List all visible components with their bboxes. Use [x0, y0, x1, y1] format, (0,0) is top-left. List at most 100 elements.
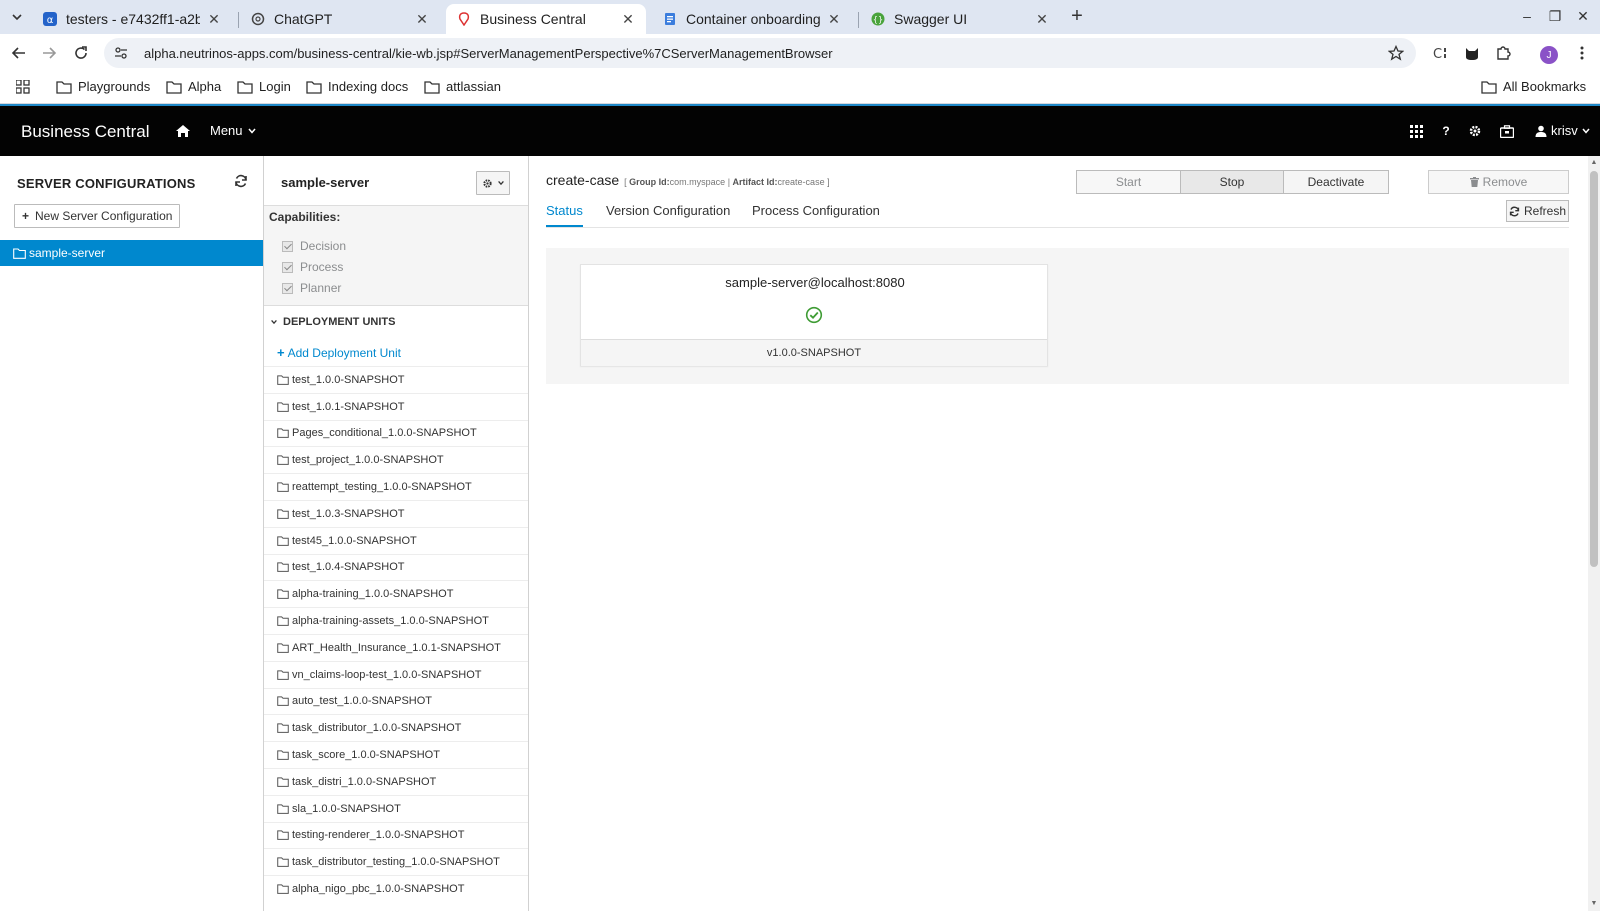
folder-icon — [277, 482, 289, 492]
apps-grid-icon[interactable] — [16, 80, 36, 94]
deployment-unit-item[interactable]: sla_1.0.0-SNAPSHOT — [264, 794, 528, 822]
help-icon[interactable]: ? — [1438, 123, 1454, 139]
close-icon[interactable]: ✕ — [826, 11, 842, 28]
browser-tab-swagger[interactable]: {} Swagger UI ✕ — [860, 4, 1060, 34]
extension-icon[interactable]: C — [1432, 44, 1450, 62]
tab-search-button[interactable] — [6, 6, 28, 28]
app-brand[interactable]: Business Central — [21, 122, 150, 142]
forward-button[interactable] — [39, 43, 59, 63]
all-bookmarks[interactable]: All Bookmarks — [1481, 79, 1586, 94]
bookmark-playgrounds[interactable]: Playgrounds — [56, 79, 150, 94]
tab-process-configuration[interactable]: Process Configuration — [752, 203, 880, 225]
folder-icon — [277, 723, 289, 734]
add-deployment-unit-link[interactable]: + Add Deployment Unit — [277, 345, 401, 360]
deactivate-button[interactable]: Deactivate — [1283, 170, 1389, 194]
back-button[interactable] — [9, 43, 29, 63]
gear-icon[interactable] — [1467, 123, 1483, 139]
remove-button[interactable]: Remove — [1428, 170, 1569, 194]
bookmark-label: Alpha — [188, 79, 222, 94]
deployment-units-toggle[interactable]: DEPLOYMENT UNITS — [264, 316, 395, 328]
stop-button[interactable]: Stop — [1180, 170, 1284, 194]
close-window-icon[interactable]: ✕ — [1574, 8, 1592, 25]
bookmark-indexing-docs[interactable]: Indexing docs — [306, 79, 408, 94]
close-icon[interactable]: ✕ — [1034, 11, 1050, 28]
deployment-unit-item[interactable]: task_score_1.0.0-SNAPSHOT — [264, 741, 528, 768]
new-tab-button[interactable]: + — [1066, 6, 1088, 28]
folder-icon — [237, 80, 253, 94]
minimize-icon[interactable]: – — [1518, 8, 1536, 24]
bookmark-attlassian[interactable]: attlassian — [424, 79, 501, 94]
address-bar[interactable]: alpha.neutrinos-apps.com/business-centra… — [104, 38, 1416, 68]
scroll-down-icon[interactable]: ▼ — [1590, 900, 1598, 908]
scrollbar-thumb[interactable] — [1590, 171, 1598, 567]
deployment-unit-item[interactable]: test_1.0.0-SNAPSHOT — [264, 366, 528, 393]
close-icon[interactable]: ✕ — [206, 11, 222, 28]
container-gav: [ Group Id:com.myspace | Artifact Id:cre… — [624, 177, 830, 187]
folder-icon — [1481, 80, 1497, 94]
briefcase-icon[interactable] — [1499, 123, 1515, 139]
profile-avatar[interactable]: J — [1540, 46, 1558, 64]
deployment-unit-item[interactable]: test45_1.0.0-SNAPSHOT — [264, 526, 528, 554]
chatgpt-icon — [250, 11, 266, 27]
browser-tab-business-central[interactable]: Business Central ✕ — [446, 4, 646, 34]
folder-icon — [424, 80, 440, 94]
deployment-unit-item[interactable]: test_1.0.1-SNAPSHOT — [264, 392, 528, 420]
tab-title: Swagger UI — [894, 11, 968, 27]
start-button[interactable]: Start — [1076, 170, 1181, 194]
browser-tab-testers[interactable]: α testers - e7432ff1-a2b5- ✕ — [32, 4, 232, 34]
tab-status[interactable]: Status — [546, 203, 583, 227]
apps-grid-icon[interactable] — [1408, 123, 1424, 139]
server-list-item-selected[interactable]: sample-server — [0, 240, 263, 266]
deployment-unit-label: test_1.0.4-SNAPSHOT — [292, 561, 405, 574]
deployment-unit-label: sla_1.0.0-SNAPSHOT — [292, 802, 401, 815]
puzzle-icon[interactable] — [1494, 44, 1512, 62]
app-header: Business Central Menu ? krisv — [0, 106, 1600, 156]
reload-button[interactable] — [71, 43, 91, 63]
server-settings-button[interactable] — [476, 171, 510, 195]
deployment-unit-item[interactable]: alpha-training_1.0.0-SNAPSHOT — [264, 580, 528, 607]
home-icon[interactable] — [175, 123, 191, 139]
deployment-unit-item[interactable]: test_project_1.0.0-SNAPSHOT — [264, 446, 528, 473]
refresh-icon[interactable] — [234, 174, 250, 190]
kebab-menu-icon[interactable] — [1573, 44, 1591, 62]
artifact-id-value: create-case — [777, 177, 825, 187]
deployment-unit-item[interactable]: test_1.0.4-SNAPSHOT — [264, 553, 528, 581]
svg-text:C: C — [1433, 47, 1442, 61]
close-icon[interactable]: ✕ — [620, 11, 636, 28]
deployment-unit-item[interactable]: alpha_nigo_pbc_1.0.0-SNAPSHOT — [264, 875, 528, 902]
cat-extension-icon[interactable] — [1463, 44, 1481, 62]
folder-icon — [277, 616, 289, 626]
gear-icon — [482, 178, 492, 188]
browser-tab-container-onboarding[interactable]: Container onboarding in ✕ — [652, 4, 852, 34]
new-server-configuration-button[interactable]: + New Server Configuration — [14, 204, 181, 228]
deployment-unit-item[interactable]: alpha-training-assets_1.0.0-SNAPSHOT — [264, 607, 528, 634]
folder-icon — [306, 80, 322, 94]
main-menu-button[interactable]: Menu — [210, 123, 257, 138]
close-icon[interactable]: ✕ — [414, 11, 430, 28]
bookmark-star-icon[interactable] — [1387, 44, 1405, 64]
deployment-unit-item[interactable]: task_distributor_testing_1.0.0-SNAPSHOT — [264, 848, 528, 875]
browser-tab-chatgpt[interactable]: ChatGPT ✕ — [240, 4, 440, 34]
deployment-unit-item[interactable]: reattempt_testing_1.0.0-SNAPSHOT — [264, 473, 528, 500]
deployment-unit-item[interactable]: Pages_conditional_1.0.0-SNAPSHOT — [264, 419, 528, 447]
deployment-unit-item[interactable]: task_distributor_1.0.0-SNAPSHOT — [264, 714, 528, 741]
tab-version-configuration[interactable]: Version Configuration — [606, 203, 730, 225]
deployment-unit-item[interactable]: task_distri_1.0.0-SNAPSHOT — [264, 767, 528, 795]
deployment-unit-item[interactable]: ART_Health_Insurance_1.0.1-SNAPSHOT — [264, 633, 528, 661]
deployment-unit-label: auto_test_1.0.0-SNAPSHOT — [292, 695, 433, 708]
artifact-id-label: Artifact Id: — [732, 177, 778, 187]
deployment-unit-item[interactable]: auto_test_1.0.0-SNAPSHOT — [264, 687, 528, 715]
bookmark-alpha[interactable]: Alpha — [166, 79, 221, 94]
bookmark-login[interactable]: Login — [237, 79, 291, 94]
group-id-value: com.myspace — [669, 177, 726, 187]
deployment-unit-item[interactable]: test_1.0.3-SNAPSHOT — [264, 499, 528, 527]
site-info-icon[interactable] — [112, 46, 130, 60]
restore-icon[interactable]: ❐ — [1546, 8, 1564, 25]
deployment-unit-label: alpha-training-assets_1.0.0-SNAPSHOT — [292, 615, 489, 628]
menu-label: Menu — [210, 123, 243, 138]
server-instance-card[interactable]: sample-server@localhost:8080 v1.0.0-SNAP… — [580, 264, 1048, 366]
user-menu[interactable]: krisv — [1535, 123, 1591, 138]
deployment-unit-item[interactable]: vn_claims-loop-test_1.0.0-SNAPSHOT — [264, 660, 528, 688]
scroll-up-icon[interactable]: ▲ — [1590, 159, 1598, 167]
deployment-unit-item[interactable]: testing-renderer_1.0.0-SNAPSHOT — [264, 821, 528, 849]
